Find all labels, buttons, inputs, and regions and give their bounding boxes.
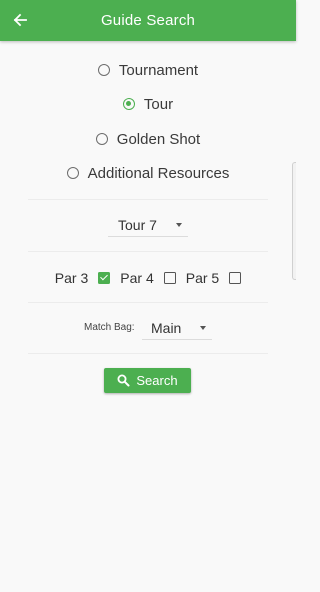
par-3-label: Par 3 [54, 270, 89, 286]
search-icon [117, 374, 130, 387]
edge-panel-handle[interactable] [292, 162, 296, 280]
par-4-checkbox[interactable] [163, 272, 176, 284]
radio-button-selected[interactable] [122, 98, 135, 110]
par-3-checkbox[interactable] [98, 272, 111, 284]
divider [28, 353, 268, 354]
radio-button[interactable] [95, 133, 108, 145]
page-title: Guide Search [100, 12, 196, 29]
match-bag-value: Main [151, 319, 182, 336]
chevron-down-icon [176, 223, 182, 227]
tour-select[interactable]: Tour 7 [108, 213, 188, 237]
par-5-label: Par 5 [185, 270, 220, 286]
arrow-left-icon [13, 13, 27, 27]
search-button-label: Search [136, 373, 178, 388]
radio-button[interactable] [66, 167, 79, 179]
radio-option-golden-shot[interactable]: Golden Shot [0, 128, 296, 150]
search-button[interactable]: Search [104, 368, 191, 393]
divider [28, 251, 268, 252]
par-4-label: Par 4 [120, 270, 154, 286]
par-5-checkbox[interactable] [229, 272, 242, 284]
par-filter-row: Par 3 Par 4 Par 5 [0, 268, 296, 288]
radio-label: Additional Resources [87, 164, 230, 182]
match-bag-select[interactable]: Main [142, 316, 212, 340]
radio-label: Tour [143, 95, 174, 113]
match-bag-label: Match Bag: [84, 322, 135, 333]
radio-label: Tournament [118, 61, 199, 79]
radio-option-tour[interactable]: Tour [0, 93, 296, 115]
radio-button[interactable] [97, 64, 110, 76]
back-button[interactable] [10, 10, 30, 30]
divider [28, 199, 268, 200]
radio-label: Golden Shot [116, 130, 201, 148]
radio-option-tournament[interactable]: Tournament [0, 59, 296, 81]
chevron-down-icon [200, 326, 206, 330]
radio-option-additional-resources[interactable]: Additional Resources [0, 162, 296, 184]
tour-select-value: Tour 7 [118, 216, 157, 233]
app-bar: Guide Search [0, 0, 296, 41]
divider [28, 302, 268, 303]
